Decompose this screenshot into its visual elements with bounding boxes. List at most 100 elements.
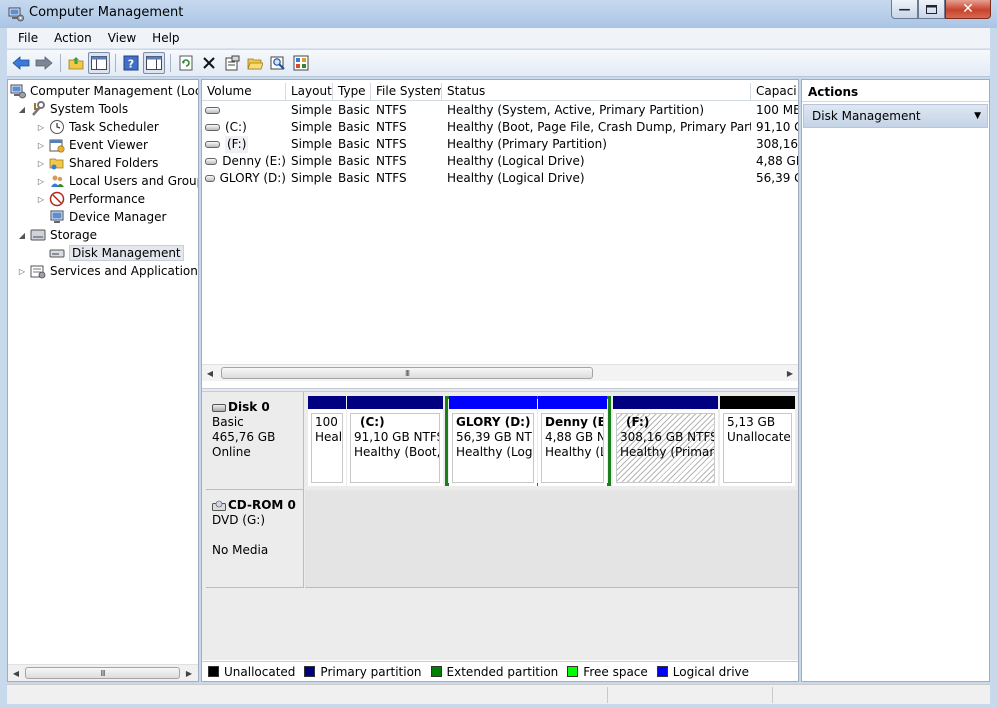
- scrollbar-thumb[interactable]: III: [221, 367, 593, 379]
- open-folder-icon: [247, 58, 263, 70]
- tree-item-shared-folders[interactable]: ▷ Shared Folders: [36, 154, 158, 172]
- expand-arrow-icon[interactable]: ▷: [36, 123, 46, 132]
- partition-name: Denny (E: [545, 415, 604, 429]
- volume-row[interactable]: (F:) Simple Basic NTFS Healthy (Primary …: [202, 136, 798, 153]
- show-hide-console-tree-button[interactable]: [88, 52, 110, 74]
- volume-row[interactable]: Simple Basic NTFS Healthy (System, Activ…: [202, 102, 798, 119]
- disk-properties-icon: [293, 55, 309, 71]
- partition-denny-e[interactable]: Denny (E 4,88 GB N Healthy (L: [538, 396, 607, 486]
- menu-file[interactable]: File: [7, 31, 46, 45]
- title-bar: Computer Management — ✕: [0, 0, 997, 28]
- partition-unallocated[interactable]: 5,13 GB Unallocated: [720, 396, 795, 486]
- file-system-cell: NTFS: [376, 137, 407, 151]
- partition-f[interactable]: (F:) 308,16 GB NTFS Healthy (Primary: [613, 396, 718, 486]
- tree-item-event-viewer[interactable]: ▷ Event Viewer: [36, 136, 148, 154]
- legend-swatch: [567, 666, 579, 677]
- collapse-arrow-icon[interactable]: ◢: [17, 105, 27, 114]
- maximize-icon: [926, 4, 937, 14]
- tree-item-system-tools[interactable]: ◢ System Tools: [17, 100, 128, 118]
- column-header-file-system[interactable]: File System: [371, 83, 442, 100]
- disk-properties-button[interactable]: [290, 52, 312, 74]
- legend-swatch: [304, 666, 316, 677]
- tree-label: Computer Management (Local: [30, 84, 199, 98]
- partition-system-reserved[interactable]: 100 I Heal: [308, 396, 346, 486]
- column-header-status[interactable]: Status: [442, 83, 751, 100]
- close-button[interactable]: ✕: [945, 0, 991, 19]
- minimize-button[interactable]: —: [891, 0, 918, 19]
- disk-management-pane: Volume Layout Type File System Status Ca…: [201, 79, 799, 682]
- forward-button[interactable]: [33, 52, 55, 74]
- disk-0-label[interactable]: Disk 0 Basic 465,76 GB Online: [206, 392, 304, 490]
- scroll-right-icon[interactable]: ▶: [181, 665, 197, 681]
- tree-item-device-manager[interactable]: Device Manager: [49, 208, 166, 226]
- tree-item-storage[interactable]: ◢ Storage: [17, 226, 97, 244]
- scroll-left-icon[interactable]: ◀: [8, 665, 24, 681]
- back-button[interactable]: [10, 52, 32, 74]
- volume-list-horizontal-scrollbar[interactable]: ◀ III ▶: [202, 364, 798, 381]
- expand-arrow-icon[interactable]: ▷: [36, 159, 46, 168]
- volume-row[interactable]: (C:) Simple Basic NTFS Healthy (Boot, Pa…: [202, 119, 798, 136]
- services-icon: [30, 265, 46, 279]
- column-header-volume[interactable]: Volume: [202, 83, 286, 100]
- partition-body: (C:) 91,10 GB NTFS Healthy (Boot, P: [350, 413, 440, 483]
- collapse-arrow-icon[interactable]: ◢: [17, 231, 27, 240]
- help-button[interactable]: ?: [120, 52, 142, 74]
- show-hide-action-pane-button[interactable]: [143, 52, 165, 74]
- cdrom-0-region[interactable]: [305, 490, 798, 588]
- dropdown-arrow-icon[interactable]: ▼: [974, 105, 981, 127]
- expand-arrow-icon[interactable]: ▷: [36, 141, 46, 150]
- column-header-type[interactable]: Type: [333, 83, 371, 100]
- tree-item-task-scheduler[interactable]: ▷ Task Scheduler: [36, 118, 159, 136]
- up-one-level-button[interactable]: [65, 52, 87, 74]
- volume-row[interactable]: Denny (E:) Simple Basic NTFS Healthy (Lo…: [202, 153, 798, 170]
- tree-item-computer-management[interactable]: Computer Management (Local: [10, 82, 199, 100]
- status-cell: Healthy (Logical Drive): [447, 154, 585, 168]
- tree-horizontal-scrollbar[interactable]: ◀ III ▶: [8, 664, 198, 681]
- scroll-right-icon[interactable]: ▶: [782, 365, 798, 381]
- tree-item-services-applications[interactable]: ▷ Services and Applications: [17, 262, 199, 280]
- expand-arrow-icon[interactable]: ▷: [36, 195, 46, 204]
- up-folder-icon: [68, 57, 84, 70]
- maximize-button[interactable]: [918, 0, 945, 19]
- menu-view[interactable]: View: [100, 31, 144, 45]
- actions-item-label: Disk Management: [812, 109, 921, 123]
- refresh-button[interactable]: [175, 52, 197, 74]
- file-system-cell: NTFS: [376, 120, 407, 134]
- properties-button[interactable]: [221, 52, 243, 74]
- actions-disk-management[interactable]: Disk Management ▼: [803, 104, 988, 128]
- menu-action[interactable]: Action: [46, 31, 100, 45]
- partition-size: 100 I: [315, 415, 343, 429]
- delete-button[interactable]: [198, 52, 220, 74]
- partition-bar: [613, 396, 718, 409]
- column-header-capacity[interactable]: Capaci: [751, 83, 798, 100]
- tree-item-performance[interactable]: ▷ Performance: [36, 190, 145, 208]
- type-cell: Basic: [338, 103, 370, 117]
- scrollbar-thumb[interactable]: III: [25, 667, 180, 679]
- drive-icon: [205, 107, 220, 114]
- partition-glory-d[interactable]: GLORY (D:) 56,39 GB NTFS Healthy (Logic: [449, 396, 537, 486]
- expand-arrow-icon[interactable]: ▷: [17, 267, 27, 276]
- tree-item-disk-management[interactable]: Disk Management: [49, 244, 184, 262]
- partition-size: 91,10 GB NTFS: [354, 430, 440, 444]
- column-header-layout[interactable]: Layout: [286, 83, 333, 100]
- search-disk-button[interactable]: [267, 52, 289, 74]
- scroll-left-icon[interactable]: ◀: [202, 365, 218, 381]
- partition-c[interactable]: (C:) 91,10 GB NTFS Healthy (Boot, P: [347, 396, 443, 486]
- volume-cell: Denny (E:): [202, 153, 286, 170]
- refresh-icon: [179, 55, 193, 71]
- volume-name: (F:): [225, 136, 249, 153]
- cdrom-0-label[interactable]: CD-ROM 0 DVD (G:) No Media: [206, 490, 304, 588]
- shared-folder-icon: [49, 158, 64, 170]
- legend-label: Extended partition: [446, 664, 559, 679]
- close-icon: ✕: [962, 1, 974, 17]
- console-tree: Computer Management (Local ◢ System Tool…: [7, 79, 199, 682]
- type-cell: Basic: [338, 120, 370, 134]
- cdrom-0-title: CD-ROM 0: [212, 498, 303, 513]
- volume-row[interactable]: GLORY (D:) Simple Basic NTFS Healthy (Lo…: [202, 170, 798, 187]
- expand-arrow-icon[interactable]: ▷: [36, 177, 46, 186]
- open-button[interactable]: [244, 52, 266, 74]
- tree-item-local-users-groups[interactable]: ▷ Local Users and Groups: [36, 172, 198, 190]
- tree-label: Services and Applications: [50, 264, 199, 278]
- legend-swatch: [208, 666, 219, 677]
- menu-help[interactable]: Help: [144, 31, 187, 45]
